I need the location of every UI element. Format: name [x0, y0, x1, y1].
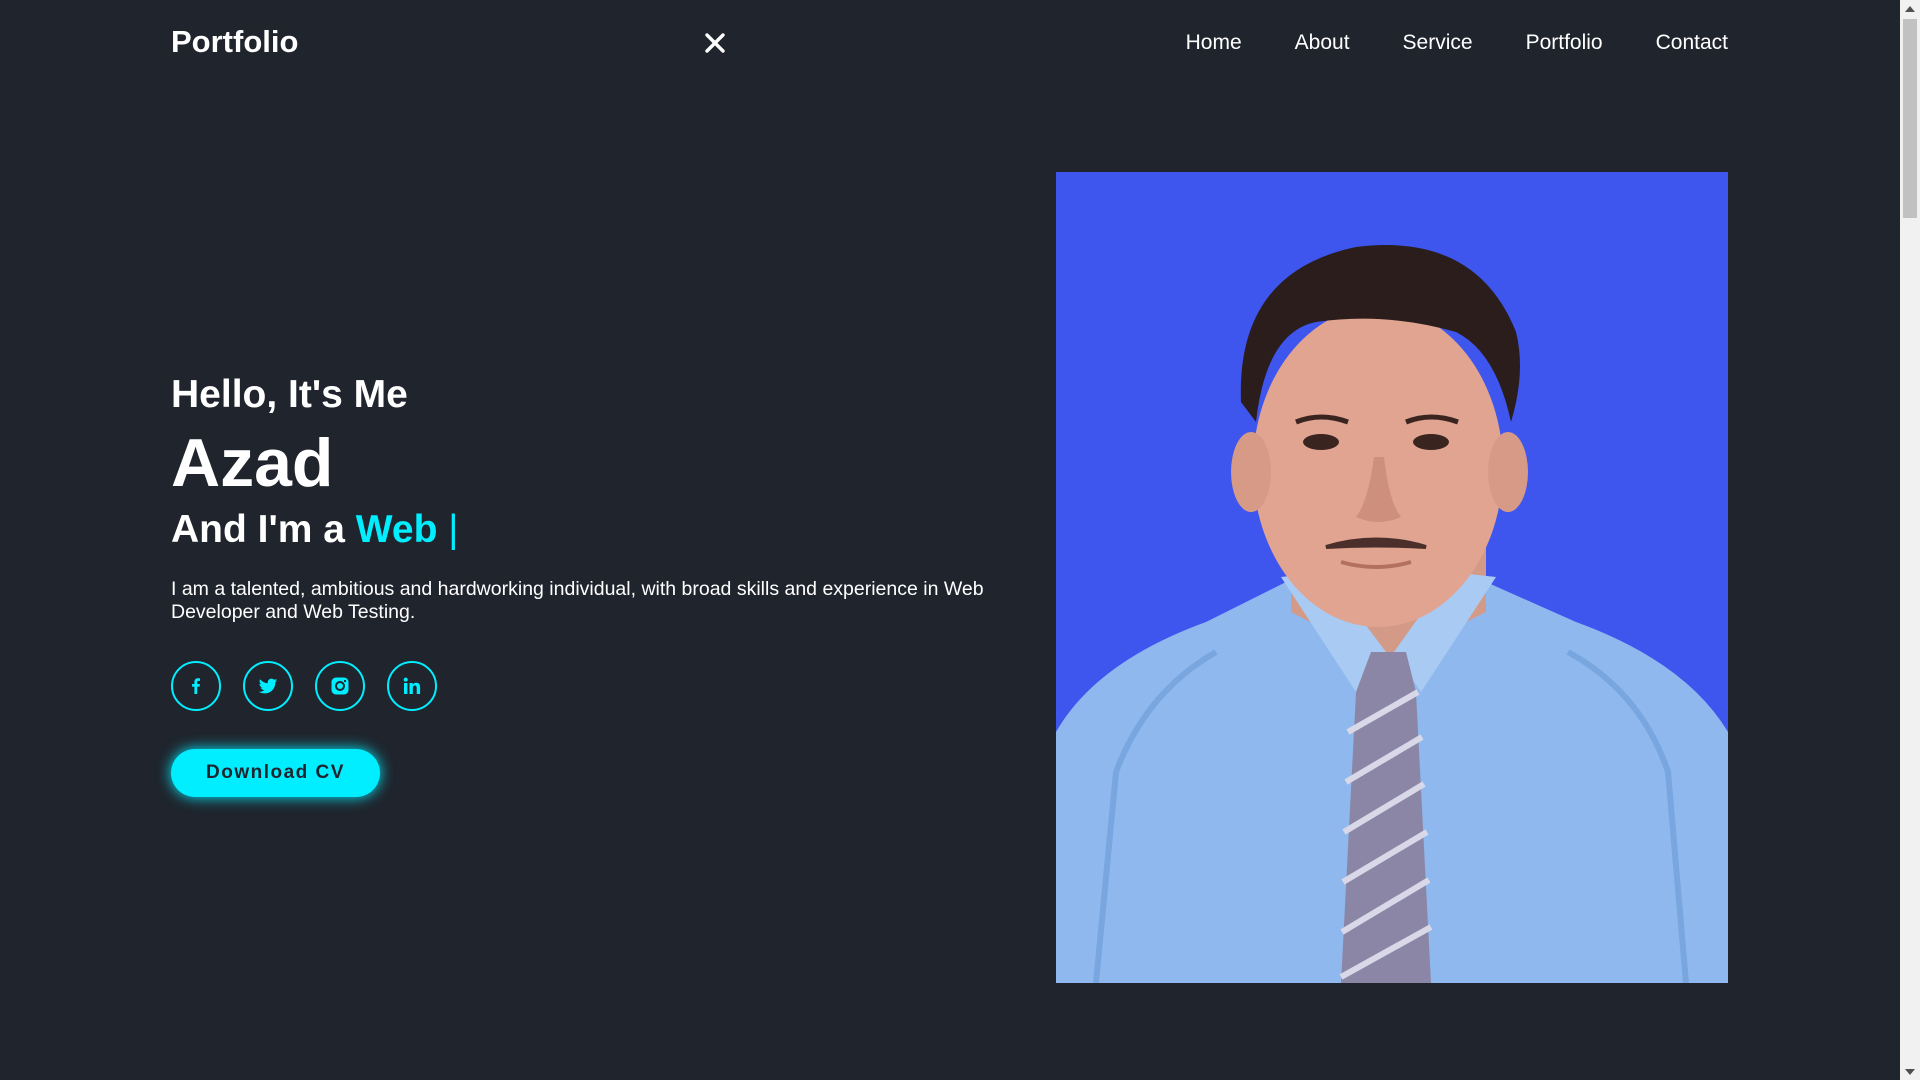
- nav-portfolio[interactable]: Portfolio: [1526, 30, 1603, 56]
- bio-text: I am a talented, ambitious and hardworki…: [171, 578, 984, 623]
- scroll-up-arrow-icon[interactable]: [1900, 0, 1920, 17]
- main-nav: Home About Service Portfolio Contact: [1186, 30, 1728, 56]
- logo[interactable]: Portfolio: [171, 24, 298, 60]
- role-prefix: And I'm a: [171, 508, 356, 551]
- nav-contact[interactable]: Contact: [1656, 30, 1728, 56]
- social-links: [171, 661, 1021, 711]
- greeting: Hello, It's Me: [171, 373, 408, 416]
- facebook-icon: [186, 676, 206, 696]
- typing-cursor: |: [437, 508, 459, 551]
- portfolio-page: Portfolio Home About Service Portfolio C…: [0, 0, 1920, 1080]
- scroll-down-arrow-icon[interactable]: [1900, 1063, 1920, 1080]
- close-icon[interactable]: [700, 28, 730, 58]
- twitter-link[interactable]: [243, 661, 293, 711]
- facebook-link[interactable]: [171, 661, 221, 711]
- site-header: Portfolio Home About Service Portfolio C…: [0, 0, 1900, 86]
- linkedin-link[interactable]: [387, 661, 437, 711]
- hero-content: Hello, It's Me Azad And I'm a Web | I am…: [171, 370, 1021, 797]
- nav-home[interactable]: Home: [1186, 30, 1242, 56]
- role-line: And I'm a Web |: [171, 502, 1021, 558]
- download-cv-button[interactable]: Download CV: [171, 749, 380, 797]
- scrollbar-thumb[interactable]: [1903, 19, 1917, 218]
- person-name: Azad: [171, 425, 334, 501]
- profile-photo: [1056, 172, 1728, 983]
- vertical-scrollbar[interactable]: [1900, 0, 1920, 1080]
- nav-service[interactable]: Service: [1403, 30, 1473, 56]
- instagram-link[interactable]: [315, 661, 365, 711]
- linkedin-icon: [402, 676, 422, 696]
- twitter-icon: [257, 675, 279, 697]
- role-highlight: Web: [355, 508, 438, 551]
- nav-about[interactable]: About: [1295, 30, 1350, 56]
- instagram-icon: [330, 676, 350, 696]
